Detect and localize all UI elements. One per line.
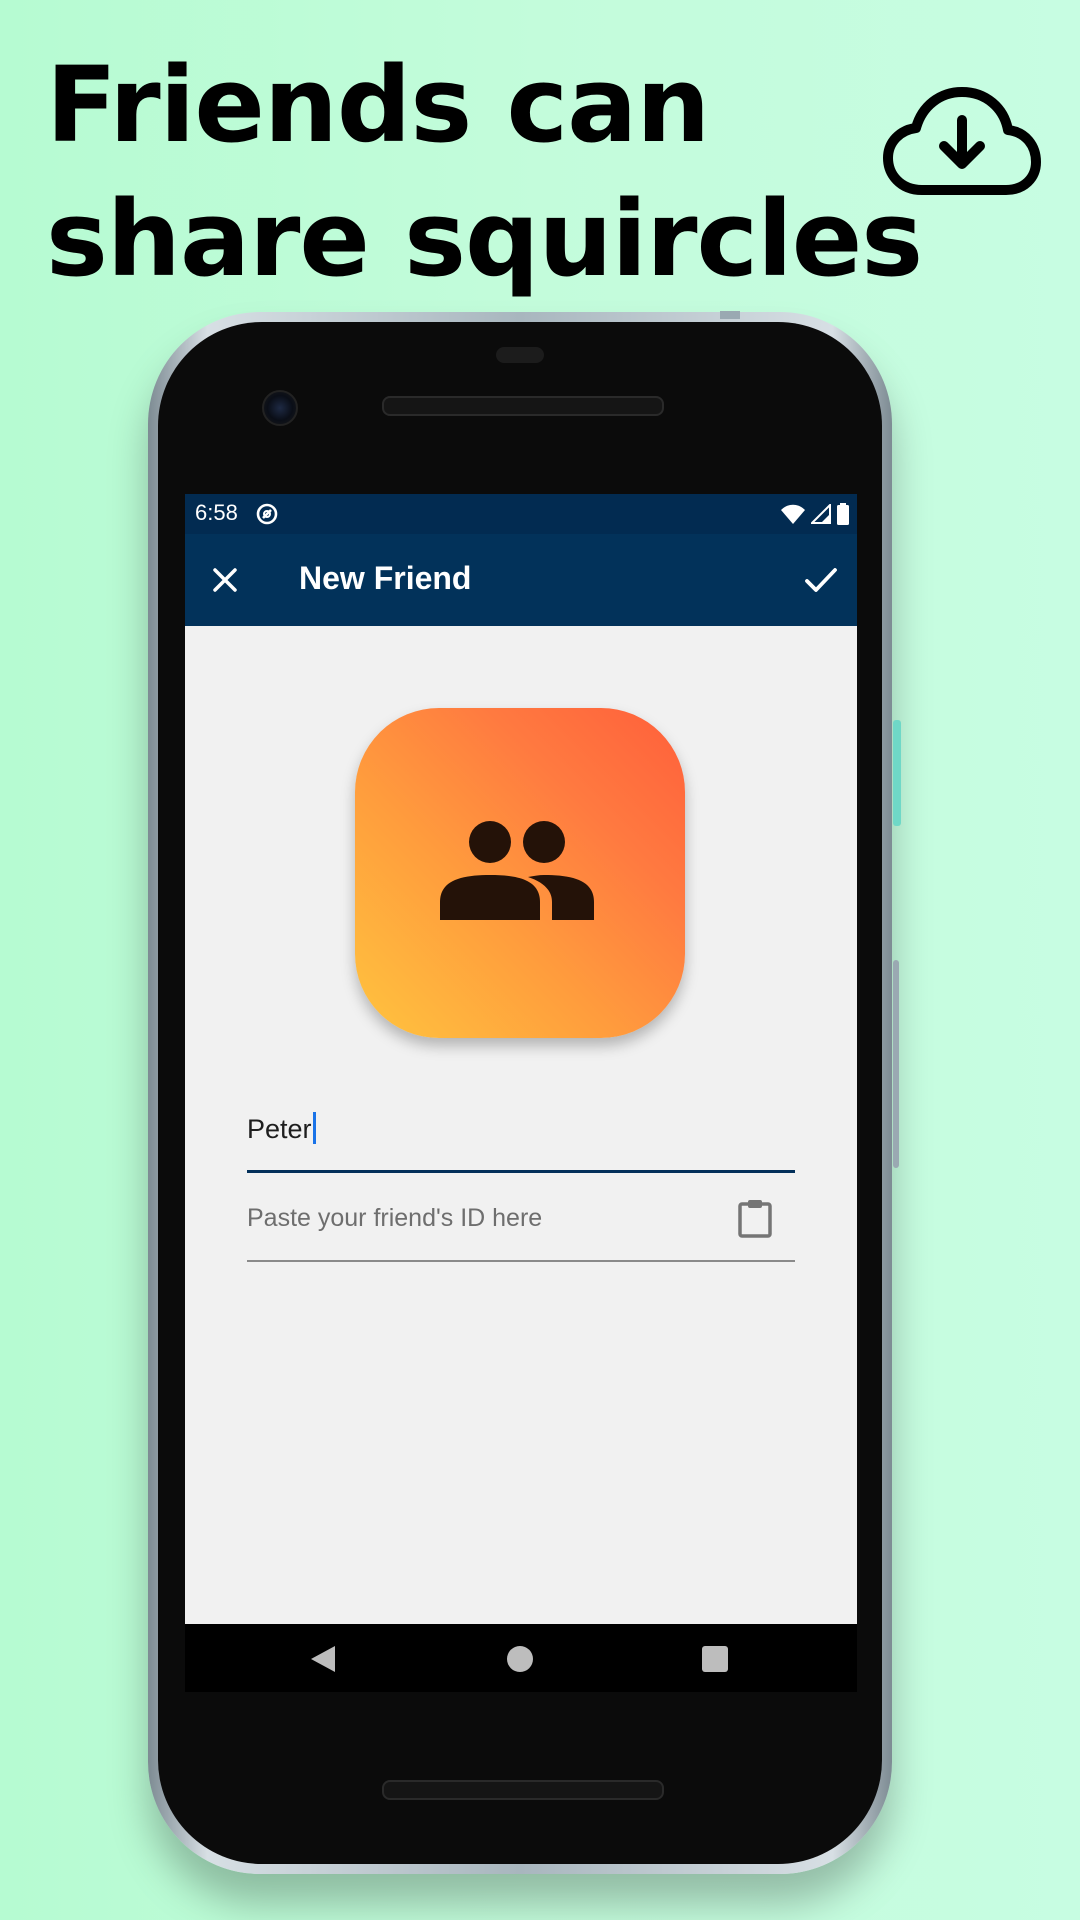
navigation-bar xyxy=(185,1624,857,1692)
wifi-icon xyxy=(781,504,805,524)
app-bar: New Friend xyxy=(185,534,857,626)
friend-name-input[interactable]: Peter xyxy=(247,1112,316,1145)
headline-line-1: Friends can xyxy=(46,44,710,166)
signal-icon xyxy=(811,504,831,524)
clipboard-icon[interactable] xyxy=(737,1198,773,1238)
page-title: New Friend xyxy=(299,560,472,596)
friend-avatar[interactable] xyxy=(355,708,685,1038)
status-time: 6:58 xyxy=(195,500,238,525)
notification-icon xyxy=(256,503,278,525)
friend-name-value: Peter xyxy=(247,1114,312,1144)
phone-screen: 6:58 New Friend Peter Paste your friend'… xyxy=(185,494,857,1692)
check-icon[interactable] xyxy=(803,562,839,598)
status-icons xyxy=(781,502,849,526)
friend-name-field[interactable]: Peter xyxy=(247,1090,795,1173)
back-icon[interactable] xyxy=(309,1644,337,1674)
phone-sensor xyxy=(496,347,544,363)
front-camera xyxy=(262,390,298,426)
headline-line-2: share squircles xyxy=(46,178,923,300)
close-icon[interactable] xyxy=(209,564,241,596)
cloud-download-icon xyxy=(883,87,1041,195)
phone-power-button xyxy=(893,720,901,826)
headline: Friends can share squircles xyxy=(46,38,923,306)
status-bar: 6:58 xyxy=(185,494,857,534)
home-icon[interactable] xyxy=(507,1646,533,1672)
text-caret xyxy=(312,1112,316,1144)
phone-volume-button xyxy=(893,960,899,1168)
group-icon xyxy=(440,821,594,920)
phone-top-button xyxy=(720,311,740,319)
friend-id-field[interactable]: Paste your friend's ID here xyxy=(247,1190,795,1262)
recents-icon[interactable] xyxy=(702,1646,728,1672)
battery-icon xyxy=(837,503,849,525)
friend-id-placeholder: Paste your friend's ID here xyxy=(247,1204,543,1232)
bottom-speaker xyxy=(382,1780,664,1800)
earpiece-speaker xyxy=(382,396,664,416)
